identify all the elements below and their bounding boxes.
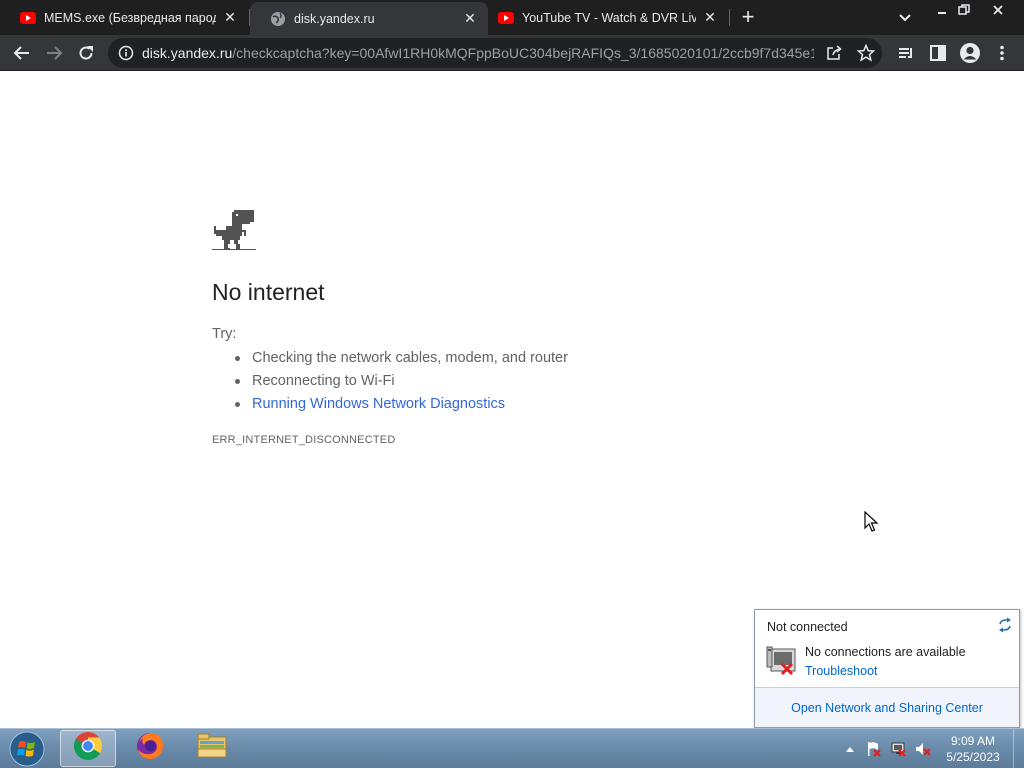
suggestion-check-cables: Checking the network cables, modem, and … bbox=[235, 349, 568, 372]
network-status-popup: Not connected No connections are availab… bbox=[754, 609, 1020, 728]
suggestion-list: Checking the network cables, modem, and … bbox=[235, 349, 568, 418]
taskbar-chrome[interactable] bbox=[60, 730, 116, 767]
network-popup-title: Not connected bbox=[767, 620, 848, 634]
profile-icon[interactable] bbox=[958, 41, 982, 65]
volume-muted-icon[interactable] bbox=[915, 741, 931, 757]
page-title: No internet bbox=[212, 279, 325, 305]
suggestion-reconnect-wifi: Reconnecting to Wi-Fi bbox=[235, 372, 568, 395]
tab-strip: MEMS.exe (Безвредная пародия ✕ disk.yand… bbox=[0, 0, 1024, 35]
taskbar-file-explorer[interactable] bbox=[184, 730, 240, 767]
side-panel-icon[interactable] bbox=[926, 41, 950, 65]
address-bar[interactable]: disk.yandex.ru/checkcaptcha?key=00AfwI1R… bbox=[108, 38, 882, 68]
close-tab-icon[interactable]: ✕ bbox=[462, 10, 478, 27]
youtube-icon bbox=[20, 10, 36, 26]
tab-disk-yandex[interactable]: disk.yandex.ru ✕ bbox=[250, 2, 488, 35]
close-window-icon[interactable] bbox=[980, 0, 1016, 20]
show-hidden-icons-icon[interactable] bbox=[842, 741, 858, 757]
open-network-sharing-center-link[interactable]: Open Network and Sharing Center bbox=[791, 701, 983, 715]
network-popup-footer: Open Network and Sharing Center bbox=[755, 688, 1019, 727]
browser-toolbar: disk.yandex.ru/checkcaptcha?key=00AfwI1R… bbox=[0, 35, 1024, 71]
url-host: disk.yandex.ru bbox=[142, 45, 233, 61]
network-diagnostics-link[interactable]: Running Windows Network Diagnostics bbox=[235, 395, 568, 418]
clock-time: 9:09 AM bbox=[950, 734, 996, 748]
file-explorer-icon bbox=[196, 731, 228, 766]
firefox-icon bbox=[135, 731, 165, 766]
tab-title: MEMS.exe (Безвредная пародия bbox=[44, 10, 216, 25]
start-button[interactable] bbox=[6, 730, 48, 768]
tab-youtube-tv[interactable]: YouTube TV - Watch & DVR Live ✕ bbox=[478, 0, 728, 35]
youtube-icon bbox=[498, 10, 514, 26]
taskbar-firefox[interactable] bbox=[122, 730, 178, 767]
mouse-cursor-icon bbox=[864, 510, 879, 533]
restore-icon[interactable] bbox=[948, 0, 980, 20]
reading-list-icon[interactable] bbox=[894, 41, 918, 65]
forward-icon[interactable] bbox=[42, 41, 66, 65]
url-path: /checkcaptcha?key=00AfwI1RH0kMQFppBoUC30… bbox=[232, 45, 814, 61]
site-info-icon[interactable] bbox=[118, 45, 134, 61]
reload-icon[interactable] bbox=[74, 41, 98, 65]
menu-icon[interactable] bbox=[990, 41, 1014, 65]
close-tab-icon[interactable]: ✕ bbox=[702, 9, 718, 26]
bookmark-star-icon[interactable] bbox=[856, 43, 876, 63]
error-code: ERR_INTERNET_DISCONNECTED bbox=[212, 434, 396, 446]
new-tab-button[interactable]: + bbox=[736, 6, 760, 30]
network-disconnected-icon bbox=[765, 645, 797, 677]
tab-separator bbox=[729, 9, 730, 26]
system-clock[interactable]: 9:09 AM 5/25/2023 bbox=[940, 733, 1006, 765]
refresh-network-icon[interactable] bbox=[997, 617, 1013, 633]
tab-search-icon[interactable] bbox=[896, 9, 914, 27]
clock-date: 5/25/2023 bbox=[946, 750, 1000, 764]
network-disconnected-tray-icon[interactable] bbox=[891, 741, 907, 757]
offline-dinosaur-icon[interactable] bbox=[212, 208, 256, 252]
taskbar: 9:09 AM 5/25/2023 bbox=[0, 728, 1024, 769]
action-center-flag-icon[interactable] bbox=[866, 741, 882, 757]
globe-icon bbox=[270, 11, 286, 27]
try-label: Try: bbox=[212, 326, 237, 342]
tab-title: disk.yandex.ru bbox=[294, 11, 375, 26]
chrome-icon bbox=[73, 731, 103, 766]
tab-mems[interactable]: MEMS.exe (Безвредная пародия ✕ bbox=[0, 0, 248, 35]
url-text[interactable]: disk.yandex.ru/checkcaptcha?key=00AfwI1R… bbox=[142, 45, 814, 61]
network-status-text: No connections are available bbox=[805, 645, 966, 659]
troubleshoot-link[interactable]: Troubleshoot bbox=[805, 664, 878, 678]
tab-title: YouTube TV - Watch & DVR Live bbox=[522, 10, 696, 25]
back-icon[interactable] bbox=[10, 41, 34, 65]
share-icon[interactable] bbox=[824, 43, 844, 63]
show-desktop-button[interactable] bbox=[1013, 729, 1024, 769]
close-tab-icon[interactable]: ✕ bbox=[222, 9, 238, 26]
